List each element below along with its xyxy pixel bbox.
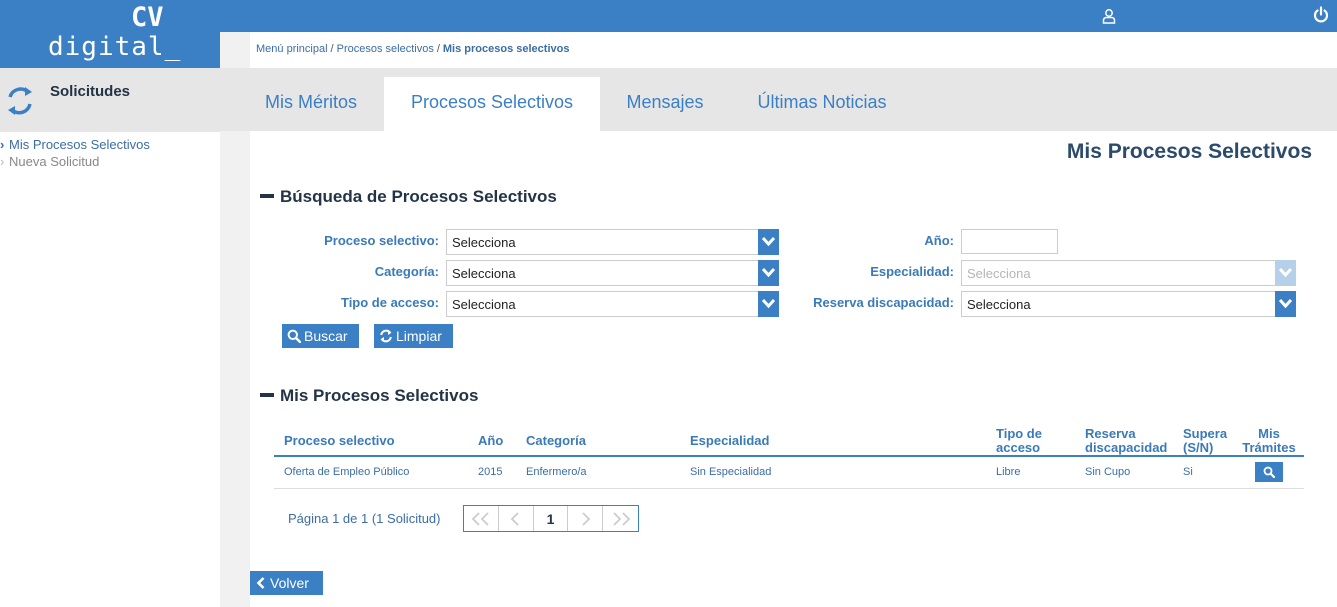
search-section-title[interactable]: Búsqueda de Procesos Selectivos (260, 187, 557, 207)
prev-page-icon[interactable] (499, 506, 534, 531)
sidebar-item-label: Nueva Solicitud (9, 154, 100, 169)
column-header-line: discapacidad (1085, 440, 1168, 455)
reserva-label: Reserva discapacidad: (813, 295, 954, 310)
reserva-select-value: Selecciona (967, 297, 1031, 312)
tab-mis-meritos[interactable]: Mis Méritos (248, 77, 374, 131)
chevron-left-icon (256, 577, 265, 590)
column-header-categoria[interactable]: Categoría (526, 434, 586, 448)
anio-input[interactable] (961, 229, 1058, 254)
tab-procesos-selectivos[interactable]: Procesos Selectivos (384, 77, 600, 131)
sidebar-item-nueva-solicitud[interactable]: › Nueva Solicitud (0, 154, 99, 169)
sidebar-header: Solicitudes (0, 68, 220, 132)
chevron-right-icon: › (0, 137, 5, 152)
chevron-down-icon (758, 260, 779, 286)
column-header-line: Mis (1258, 426, 1280, 441)
cell-anio: 2015 (478, 466, 503, 478)
table-header-divider (274, 455, 1304, 457)
cv-digital-logo[interactable]: CV digital_ (0, 0, 220, 68)
first-page-icon[interactable] (464, 506, 499, 531)
categoria-select[interactable]: Selecciona (446, 260, 779, 286)
tab-mensajes[interactable]: Mensajes (605, 77, 725, 131)
column-header-line: Reserva (1085, 426, 1136, 441)
sidebar-item-mis-procesos[interactable]: › Mis Procesos Selectivos (0, 137, 150, 152)
view-tramites-button[interactable] (1255, 462, 1283, 482)
cell-tipo-acceso: Libre (996, 466, 1021, 478)
cell-supera: Si (1183, 466, 1193, 478)
last-page-icon[interactable] (603, 506, 638, 531)
chevron-down-icon (1275, 291, 1296, 317)
sidebar-item-label: Mis Procesos Selectivos (9, 137, 150, 152)
logo-digital-text: digital_ (48, 32, 182, 62)
breadcrumb-separator: / (330, 43, 334, 55)
breadcrumb-current: Mis procesos selectivos (442, 43, 570, 55)
next-page-icon[interactable] (568, 506, 603, 531)
cell-reserva: Sin Cupo (1085, 466, 1131, 478)
column-header-tramites: Mis Trámites (1238, 427, 1300, 455)
page-title: Mis Procesos Selectivos (1066, 140, 1312, 163)
especialidad-select-value: Selecciona (967, 266, 1031, 281)
page-number-current[interactable]: 1 (534, 506, 568, 531)
power-icon[interactable] (1313, 6, 1329, 24)
volver-button-label: Volver (270, 575, 309, 591)
user-icon[interactable] (1101, 8, 1117, 24)
reserva-select[interactable]: Selecciona (961, 291, 1296, 317)
collapse-icon (260, 392, 274, 397)
chevron-down-icon (758, 229, 779, 255)
column-header-especialidad[interactable]: Especialidad (690, 434, 769, 448)
search-icon (287, 329, 302, 344)
chevron-right-icon: › (0, 154, 5, 169)
proceso-select-value: Selecciona (452, 235, 516, 250)
breadcrumb: Menú principal / Procesos selectivos / Mis p… (256, 43, 569, 55)
volver-button[interactable]: Volver (250, 571, 323, 595)
results-section-label: Mis Procesos Selectivos (280, 386, 479, 405)
especialidad-select: Selecciona (961, 260, 1296, 286)
column-header-line: Supera (1183, 426, 1228, 441)
proceso-label: Proceso selectivo: (324, 233, 439, 248)
anio-label: Año: (924, 233, 954, 248)
logo-cv-text: CV (131, 2, 164, 33)
proceso-select[interactable]: Selecciona (446, 229, 779, 255)
column-header-reserva[interactable]: Reserva discapacidad (1085, 427, 1167, 455)
cell-especialidad: Sin Especialidad (690, 466, 772, 478)
breadcrumb-separator: / (436, 43, 440, 55)
search-icon (1263, 466, 1275, 478)
tipo-acceso-label: Tipo de acceso: (340, 295, 439, 310)
pagination: 1 (463, 505, 639, 532)
sidebar: Solicitudes › Mis Procesos Selectivos › Nu… (0, 68, 220, 607)
search-section-label: Búsqueda de Procesos Selectivos (280, 187, 557, 206)
tipo-acceso-select[interactable]: Selecciona (446, 291, 779, 317)
breadcrumb-link-procesos[interactable]: Procesos selectivos (337, 43, 434, 55)
cell-proceso: Oferta de Empleo Público (284, 466, 410, 478)
column-header-supera[interactable]: Supera (S/N) (1183, 427, 1227, 455)
collapse-icon (260, 193, 274, 198)
column-header-tipo-acceso[interactable]: Tipo de acceso (996, 427, 1042, 455)
tab-ultimas-noticias[interactable]: Últimas Noticias (737, 77, 907, 131)
column-header-line: acceso (996, 440, 1041, 455)
especialidad-label: Especialidad: (870, 264, 954, 279)
limpiar-button[interactable]: Limpiar (374, 324, 453, 348)
tipo-acceso-select-value: Selecciona (452, 297, 516, 312)
column-header-line: Tipo de (996, 426, 1042, 441)
sidebar-title: Solicitudes (50, 83, 131, 100)
column-header-proceso[interactable]: Proceso selectivo (284, 434, 395, 448)
column-header-anio[interactable]: Año (478, 434, 503, 448)
results-section-title[interactable]: Mis Procesos Selectivos (260, 386, 478, 406)
refresh-icon (2, 83, 38, 119)
cell-categoria: Enfermero/a (526, 466, 587, 478)
breadcrumb-link-menu[interactable]: Menú principal (256, 43, 328, 55)
chevron-down-icon (758, 291, 779, 317)
pagination-info: Página 1 de 1 (1 Solicitud) (288, 511, 441, 526)
limpiar-button-label: Limpiar (396, 328, 442, 344)
refresh-icon (380, 330, 392, 343)
chevron-down-icon (1275, 260, 1296, 286)
categoria-label: Categoría: (374, 264, 439, 279)
column-header-line: (S/N) (1183, 440, 1214, 455)
categoria-select-value: Selecciona (452, 266, 516, 281)
column-header-line: Trámites (1242, 440, 1296, 455)
table-row-divider (274, 488, 1304, 489)
buscar-button-label: Buscar (304, 328, 348, 344)
buscar-button[interactable]: Buscar (282, 324, 359, 348)
